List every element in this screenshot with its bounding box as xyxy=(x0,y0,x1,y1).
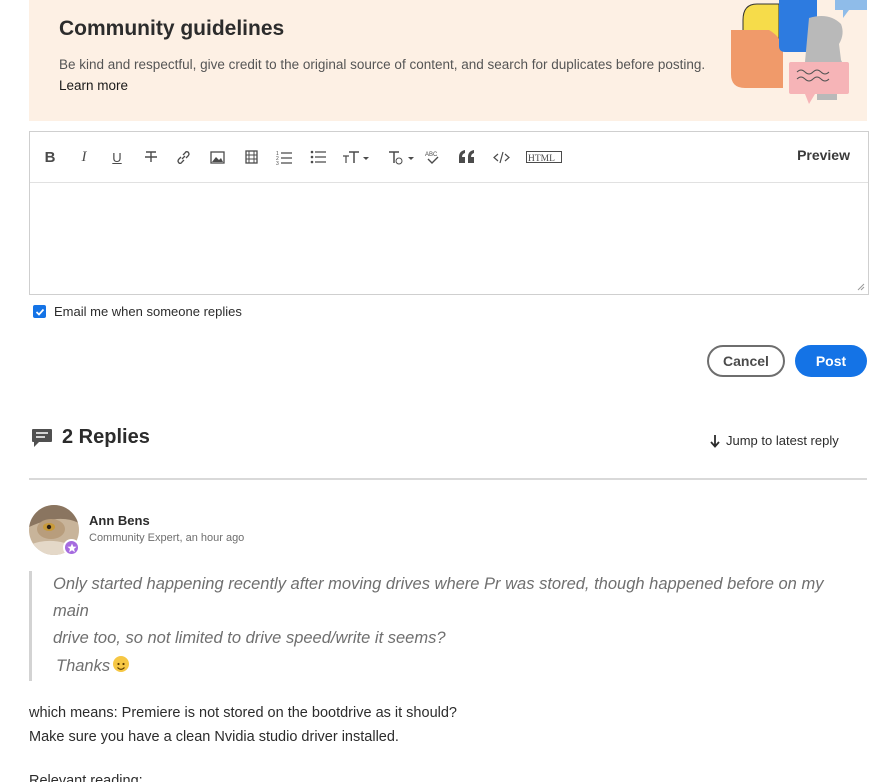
image-icon[interactable] xyxy=(209,146,225,168)
replies-count-title: 2 Replies xyxy=(62,426,150,448)
underline-icon[interactable]: U xyxy=(109,146,125,168)
replies-divider xyxy=(29,478,867,480)
reply-author-name[interactable]: Ann Bens xyxy=(89,513,150,528)
reply-editor: B I U 123 ABC HTML Preview xyxy=(29,131,869,295)
link-icon[interactable] xyxy=(175,146,191,168)
editor-toolbar: B I U 123 ABC HTML Preview xyxy=(30,132,868,183)
italic-label: I xyxy=(81,148,87,165)
underline-label: U xyxy=(112,149,122,165)
font-size-icon[interactable] xyxy=(342,146,372,168)
reply-author-meta: Community Expert, an hour ago xyxy=(89,532,245,544)
strikethrough-icon[interactable] xyxy=(143,146,159,168)
community-guidelines-banner: Community guidelines Be kind and respect… xyxy=(29,0,867,121)
quote-line-2: drive too, so not limited to drive speed… xyxy=(53,629,446,647)
preview-button[interactable]: Preview xyxy=(797,147,850,163)
guidelines-illustration xyxy=(731,0,867,104)
code-icon[interactable] xyxy=(492,146,510,168)
spellcheck-icon[interactable]: ABC xyxy=(424,146,440,168)
email-checkbox[interactable] xyxy=(33,305,46,318)
italic-icon[interactable]: I xyxy=(76,146,92,168)
quote-icon[interactable] xyxy=(457,146,475,168)
community-expert-badge-icon xyxy=(63,539,80,556)
numbered-list-icon[interactable]: 123 xyxy=(275,146,293,168)
cancel-button[interactable]: Cancel xyxy=(707,345,785,377)
reply-text-area[interactable] xyxy=(30,183,868,295)
jump-to-latest-reply-link[interactable]: Jump to latest reply xyxy=(710,433,839,448)
reply-quote: Only started happening recently after mo… xyxy=(29,571,839,681)
quote-thanks: Thanks xyxy=(56,653,130,680)
reply-body-line-1: which means: Premiere is not stored on t… xyxy=(29,705,457,721)
arrow-down-icon xyxy=(710,434,720,448)
bulleted-list-icon[interactable] xyxy=(309,146,327,168)
email-notification-option: Email me when someone replies xyxy=(33,304,242,319)
replies-header: 2 Replies xyxy=(31,426,150,449)
clear-formatting-icon[interactable] xyxy=(387,146,417,168)
svg-text:HTML: HTML xyxy=(528,154,555,164)
quote-thanks-text: Thanks xyxy=(56,657,111,675)
jump-to-latest-reply-label: Jump to latest reply xyxy=(726,433,839,448)
email-checkbox-label[interactable]: Email me when someone replies xyxy=(54,304,242,319)
resize-grip-icon[interactable] xyxy=(857,283,865,291)
reply-body-line-2: Make sure you have a clean Nvidia studio… xyxy=(29,729,399,745)
comment-icon xyxy=(32,428,52,447)
learn-more-link[interactable]: Learn more xyxy=(59,78,128,93)
reply-body-line-3: Relevant reading: xyxy=(29,773,143,782)
bold-icon[interactable]: B xyxy=(42,146,58,168)
video-icon[interactable] xyxy=(243,146,259,168)
svg-text:ABC: ABC xyxy=(425,152,438,158)
smiley-emoji-icon xyxy=(113,656,130,672)
post-button[interactable]: Post xyxy=(795,345,867,377)
svg-text:3: 3 xyxy=(276,161,279,165)
guidelines-text: Be kind and respectful, give credit to t… xyxy=(59,57,706,72)
guidelines-title: Community guidelines xyxy=(59,17,285,40)
html-icon[interactable]: HTML xyxy=(526,146,562,168)
bold-label: B xyxy=(44,148,56,166)
quote-line-1: Only started happening recently after mo… xyxy=(53,575,824,620)
